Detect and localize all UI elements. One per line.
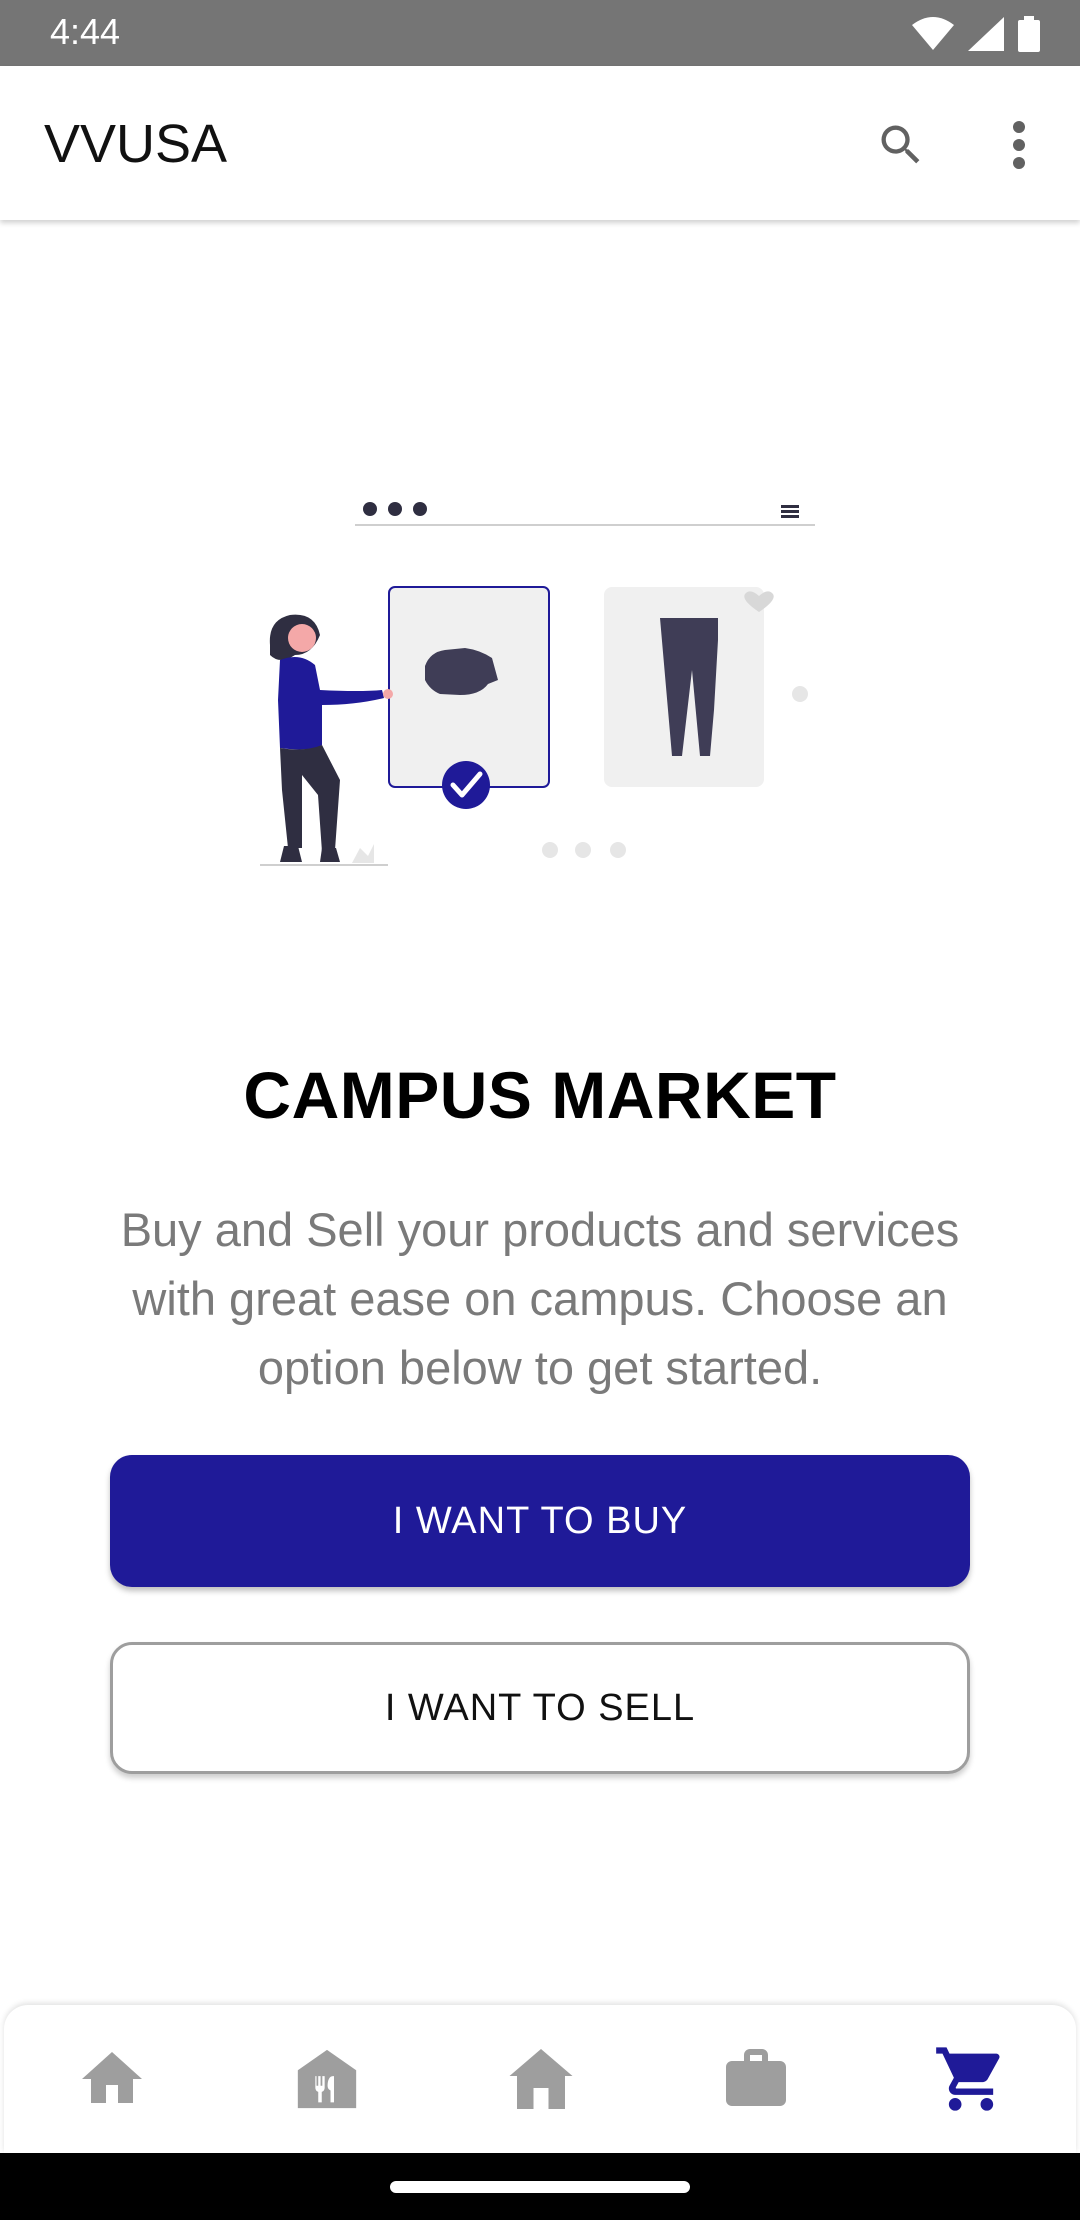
status-time: 4:44 [50,11,121,52]
home-icon [82,2052,142,2103]
search-icon [881,125,920,164]
wifi-icon [912,17,954,50]
home-gesture-handle[interactable] [390,2181,690,2193]
system-navigation-bar [0,2153,1080,2220]
app-title: VVUSA [44,114,228,174]
page-title: CAMPUS MARKET [243,1058,837,1132]
battery-icon [1018,16,1040,52]
cart-icon [936,2047,1000,2111]
housing-icon [509,2049,573,2109]
briefcase-icon [726,2049,786,2106]
page-description: Buy and Sell your products and services … [120,1203,960,1394]
nav-item-housing[interactable] [496,2037,586,2121]
nav-item-market[interactable] [926,2037,1016,2121]
status-icons [912,14,1040,54]
status-bar: 4:44 [0,0,1080,66]
nav-item-jobs[interactable] [711,2037,801,2121]
buy-button[interactable]: I WANT TO BUY [110,1455,970,1587]
shopping-illustration [260,502,815,866]
app-bar: VVUSA [0,66,1080,220]
nav-item-dining[interactable] [282,2037,372,2121]
sell-button[interactable]: I WANT TO SELL [110,1642,970,1774]
more-vert-icon [1013,121,1025,169]
search-button[interactable] [866,110,936,180]
more-options-button[interactable] [984,110,1054,180]
signal-icon [968,17,1004,51]
dining-icon [297,2049,357,2109]
nav-item-home[interactable] [67,2037,157,2121]
bottom-navigation [4,2005,1076,2153]
